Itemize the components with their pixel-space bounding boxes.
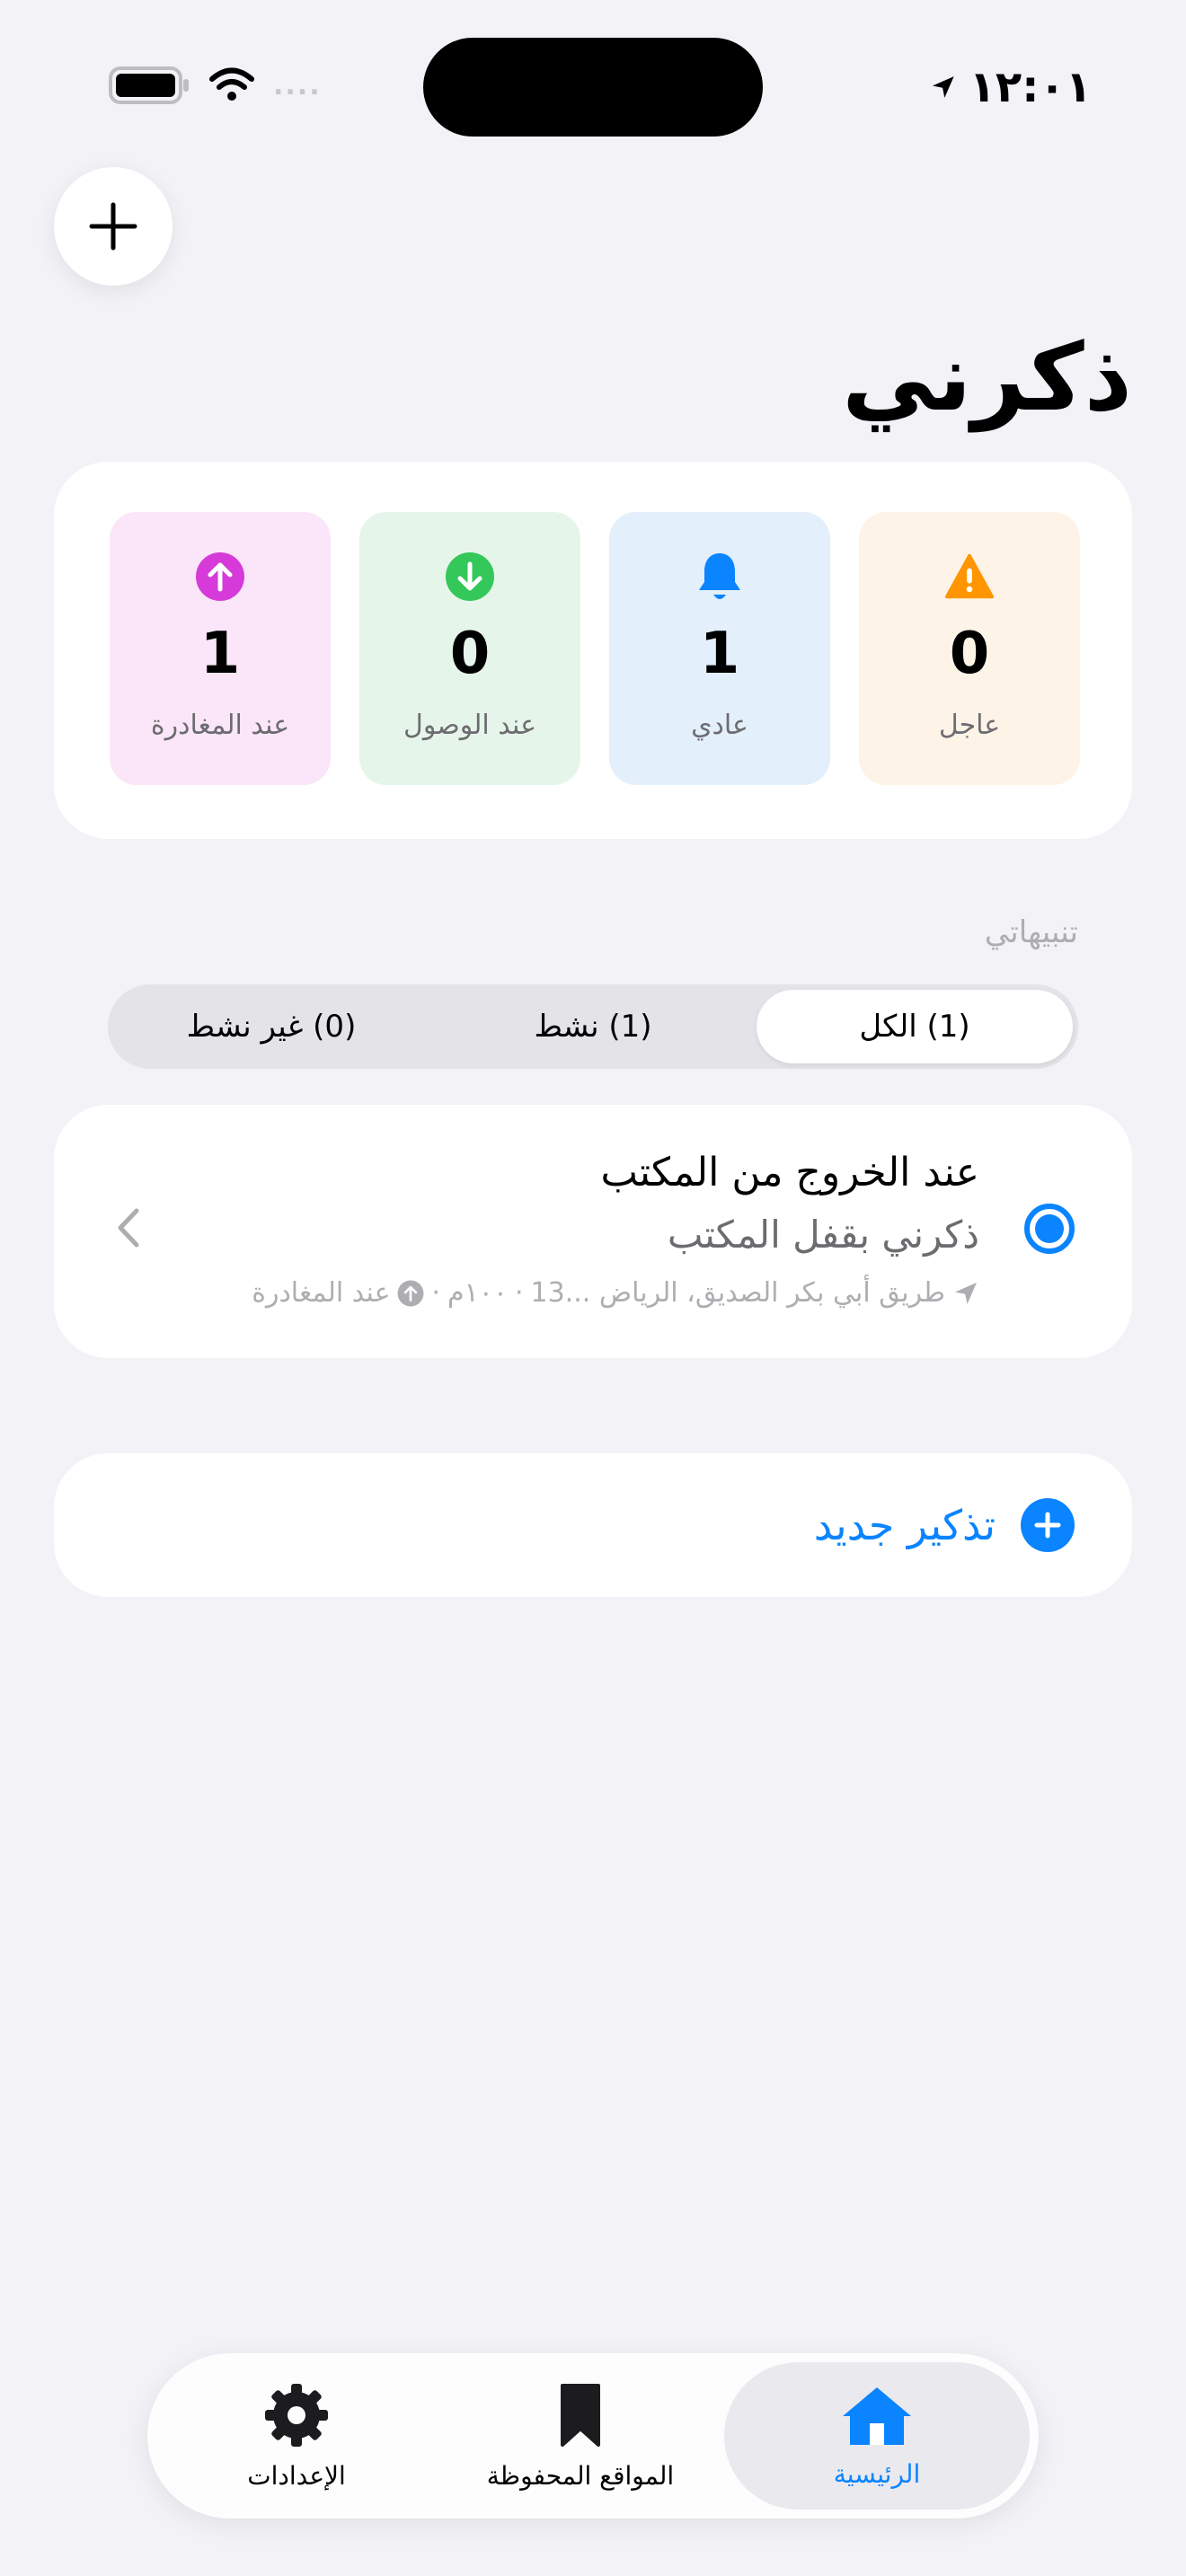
arrow-down-circle-icon xyxy=(445,551,495,602)
arrow-up-circle-icon xyxy=(195,551,245,602)
plus-icon xyxy=(89,202,137,251)
battery-icon xyxy=(109,66,189,104)
wifi-icon xyxy=(209,67,254,101)
tab-bar: الرئيسية المواقع المحفوظة الإعدادات xyxy=(147,2353,1039,2519)
stat-value: 0 xyxy=(949,621,990,687)
reminder-card[interactable]: عند الخروج من المكتب ذكرني بقفل المكتب ط… xyxy=(54,1105,1132,1358)
reminder-title: عند الخروج من المكتب xyxy=(600,1150,979,1195)
filter-active[interactable]: (1) نشط xyxy=(435,990,751,1063)
location-arrow-icon xyxy=(932,76,954,98)
stat-urgent[interactable]: 0 عاجل xyxy=(859,512,1080,785)
reminder-trigger: عند المغادرة xyxy=(252,1277,391,1309)
arrow-up-circle-icon xyxy=(398,1280,424,1306)
tab-label: الإعدادات xyxy=(247,2460,346,2491)
stat-value: 1 xyxy=(699,621,740,687)
status-time: ١٢:٠١ xyxy=(930,56,1092,119)
bookmark-icon xyxy=(561,2383,600,2447)
stat-label: عند الوصول xyxy=(403,710,536,741)
warning-icon xyxy=(944,551,995,602)
stat-departure[interactable]: 1 عند المغادرة xyxy=(110,512,331,785)
new-reminder-label: تذكير جديد xyxy=(813,1501,996,1549)
status-indicators: .... xyxy=(108,63,359,108)
reminder-location: طريق أبي بكر الصديق، الرياض ...13 xyxy=(530,1277,945,1309)
stat-normal[interactable]: 1 عادي xyxy=(609,512,830,785)
tab-settings[interactable]: الإعدادات xyxy=(156,2362,437,2510)
add-button[interactable] xyxy=(54,167,173,286)
reminder-subtitle: ذكرني بقفل المكتب xyxy=(667,1213,979,1257)
stat-label: عند المغادرة xyxy=(150,710,290,741)
filter-segmented-control: (1) الكل (1) نشط (0) غير نشط xyxy=(108,984,1078,1069)
reminder-radius: ١٠٠م xyxy=(447,1277,508,1309)
meta-separator: · xyxy=(431,1277,441,1309)
stat-label: عادي xyxy=(691,710,748,741)
house-icon xyxy=(843,2386,911,2445)
time-text: ١٢:٠١ xyxy=(969,62,1092,112)
reminder-toggle[interactable] xyxy=(1024,1204,1075,1254)
stat-value: 0 xyxy=(449,621,491,687)
plus-circle-icon xyxy=(1021,1498,1075,1552)
location-arrow-icon xyxy=(955,1282,977,1304)
gear-icon xyxy=(265,2383,328,2447)
section-label: تنبيهاتي xyxy=(984,914,1078,950)
dynamic-island xyxy=(423,38,763,137)
cellular-signal-icon: .... xyxy=(273,69,322,101)
reminder-meta: طريق أبي بكر الصديق، الرياض ...13 · ١٠٠م… xyxy=(252,1277,979,1309)
stat-label: عاجل xyxy=(938,710,1001,741)
bell-icon xyxy=(695,551,745,602)
filter-all[interactable]: (1) الكل xyxy=(757,990,1073,1063)
tab-label: المواقع المحفوظة xyxy=(486,2460,675,2491)
tab-saved-locations[interactable]: المواقع المحفوظة xyxy=(437,2362,724,2510)
filter-inactive[interactable]: (0) غير نشط xyxy=(113,990,429,1063)
page-title: ذكرني xyxy=(842,322,1132,432)
tab-home[interactable]: الرئيسية xyxy=(724,2362,1030,2510)
stat-value: 1 xyxy=(199,621,241,687)
stat-arrival[interactable]: 0 عند الوصول xyxy=(359,512,580,785)
new-reminder-button[interactable]: تذكير جديد xyxy=(54,1453,1132,1597)
stats-card: 0 عاجل 1 عادي 0 عند الوصول 1 عند المغادر… xyxy=(54,462,1132,839)
tab-label: الرئيسية xyxy=(833,2458,921,2489)
meta-separator: · xyxy=(514,1277,524,1309)
chevron-left-icon xyxy=(118,1208,139,1248)
